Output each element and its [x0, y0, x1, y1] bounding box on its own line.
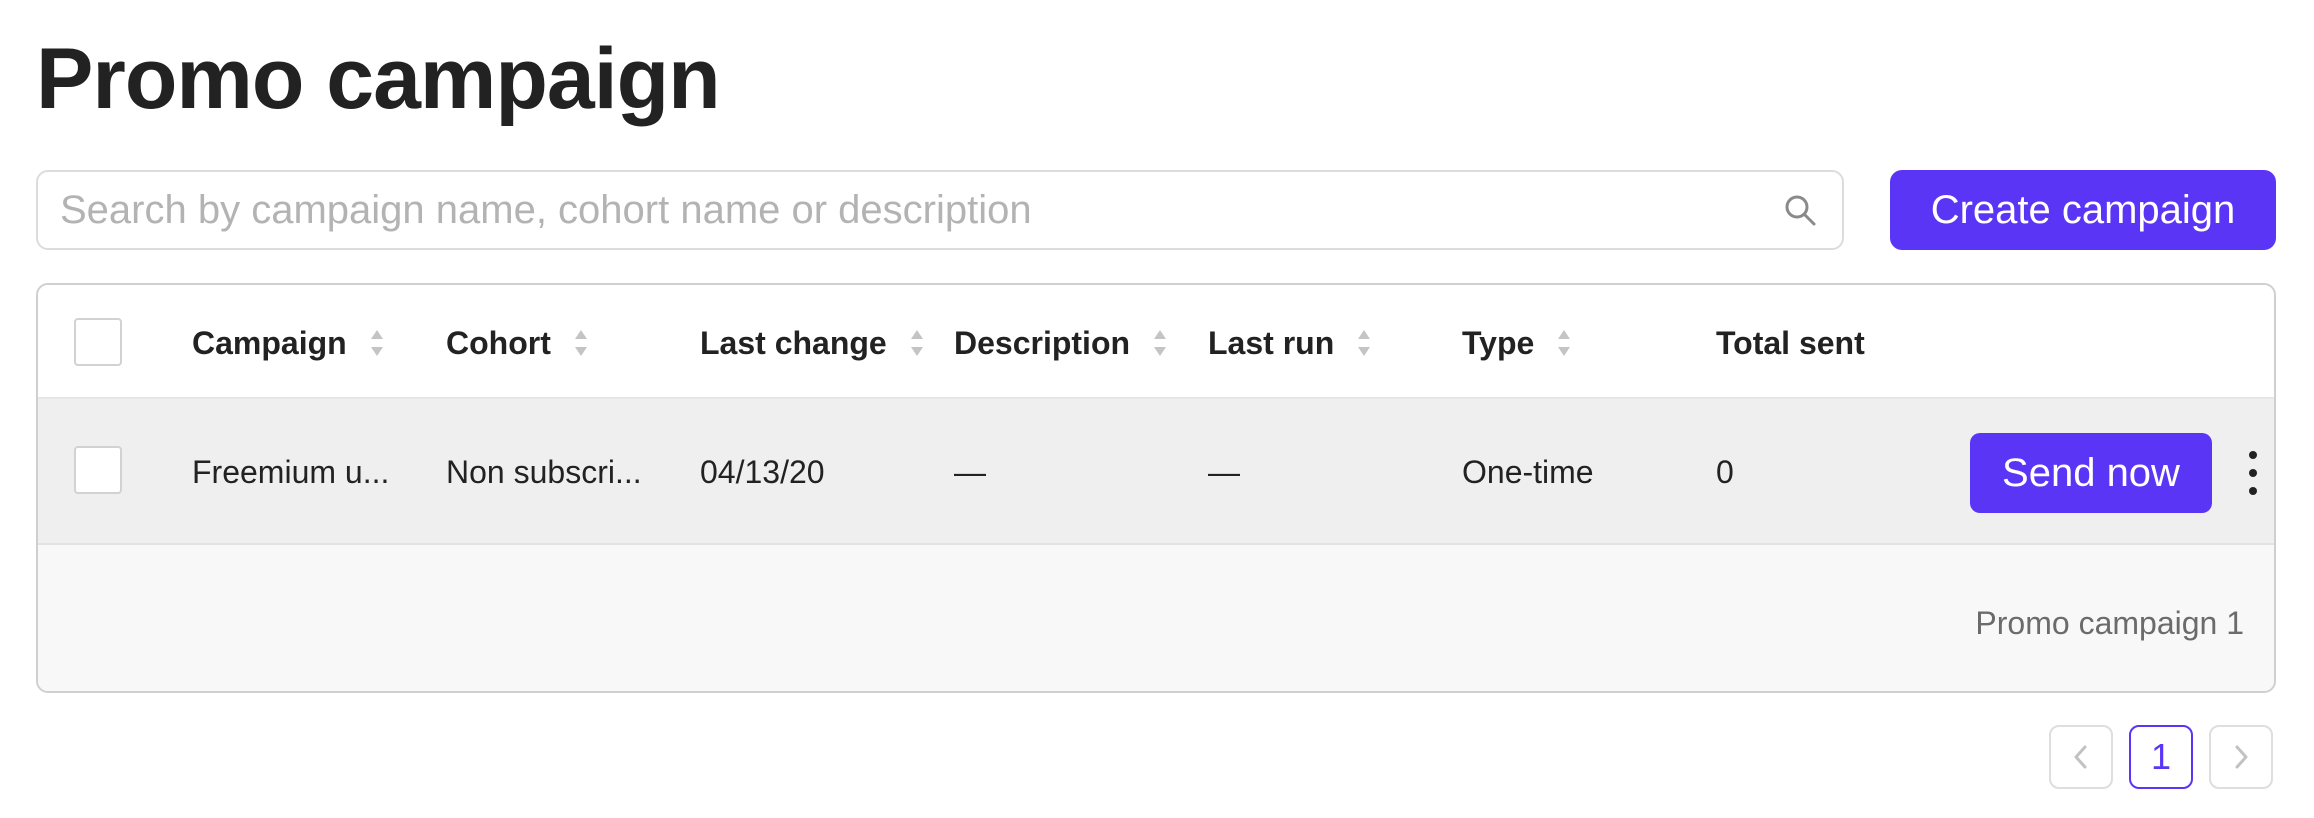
column-header-cohort[interactable]: Cohort: [446, 321, 589, 365]
column-label: Description: [954, 324, 1131, 361]
cell-campaign: Freemium u...: [192, 453, 390, 490]
sort-icon[interactable]: [1356, 328, 1372, 358]
search-input[interactable]: [60, 172, 1760, 248]
column-header-last-run[interactable]: Last run: [1208, 321, 1372, 365]
select-all-checkbox[interactable]: [74, 318, 122, 366]
column-header-type[interactable]: Type: [1462, 321, 1572, 365]
cell-description: —: [954, 453, 986, 490]
column-label: Last run: [1208, 324, 1335, 361]
cell-cohort: Non subscri...: [446, 453, 642, 490]
cell-total-sent: 0: [1716, 453, 1734, 490]
table-header: Campaign Cohort Last change Description …: [38, 285, 2274, 399]
campaign-table: Campaign Cohort Last change Description …: [36, 283, 2276, 693]
sort-icon[interactable]: [1152, 328, 1168, 358]
cell-last-change: 04/13/20: [700, 453, 825, 490]
chevron-left-icon: [2074, 745, 2087, 769]
search-box[interactable]: [36, 170, 1844, 250]
column-label: Type: [1462, 324, 1535, 361]
sort-icon[interactable]: [573, 328, 589, 358]
create-campaign-button[interactable]: Create campaign: [1890, 170, 2276, 250]
search-icon[interactable]: [1782, 192, 1818, 228]
cell-type: One-time: [1462, 453, 1594, 490]
chevron-right-icon: [2235, 745, 2248, 769]
column-header-last-change[interactable]: Last change: [700, 321, 925, 365]
column-label: Total sent: [1716, 324, 1865, 361]
column-header-description[interactable]: Description: [954, 321, 1168, 365]
pagination-prev-button[interactable]: [2049, 725, 2113, 789]
sort-icon[interactable]: [369, 328, 385, 358]
pagination-page-current[interactable]: 1: [2129, 725, 2193, 789]
send-now-button[interactable]: Send now: [1970, 433, 2212, 513]
column-header-campaign[interactable]: Campaign: [192, 321, 385, 365]
table-footer: Promo campaign 1: [38, 545, 2274, 691]
more-options-icon[interactable]: [2238, 447, 2268, 499]
table-row[interactable]: Freemium u... Non subscri... 04/13/20 — …: [38, 399, 2274, 545]
column-label: Campaign: [192, 324, 347, 361]
column-label: Last change: [700, 324, 887, 361]
row-checkbox[interactable]: [74, 446, 122, 494]
page-title: Promo campaign: [36, 31, 721, 127]
sort-icon[interactable]: [1556, 328, 1572, 358]
table-footer-label: Promo campaign 1: [1975, 605, 2244, 641]
pagination-next-button[interactable]: [2209, 725, 2273, 789]
column-label: Cohort: [446, 324, 551, 361]
column-header-total-sent: Total sent: [1716, 321, 1865, 365]
cell-last-run: —: [1208, 453, 1240, 490]
sort-icon[interactable]: [909, 328, 925, 358]
